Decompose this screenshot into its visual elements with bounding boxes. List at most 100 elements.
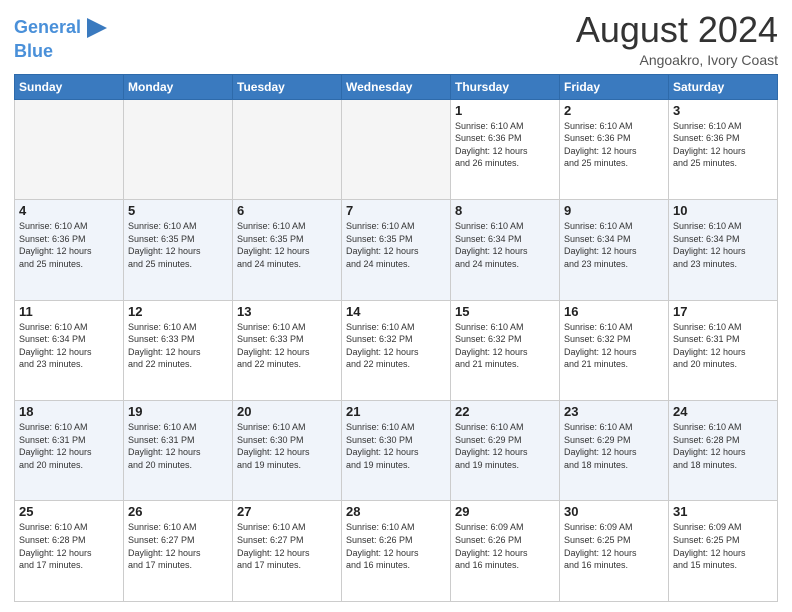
day-info: Sunrise: 6:10 AM Sunset: 6:32 PM Dayligh… — [564, 321, 664, 371]
day-info: Sunrise: 6:10 AM Sunset: 6:31 PM Dayligh… — [19, 421, 119, 471]
day-number: 9 — [564, 203, 664, 218]
table-row: 28Sunrise: 6:10 AM Sunset: 6:26 PM Dayli… — [342, 501, 451, 602]
calendar-week-row: 4 Sunrise: 6:10 AM Sunset: 6:36 PM Daylig… — [15, 200, 778, 300]
table-row: 5 Sunrise: 6:10 AM Sunset: 6:35 PM Daylig… — [124, 200, 233, 300]
day-info: Sunrise: 6:10 AM Sunset: 6:31 PM Dayligh… — [673, 321, 773, 371]
col-tuesday: Tuesday — [233, 74, 342, 99]
day-number: 27 — [237, 504, 337, 519]
day-number: 18 — [19, 404, 119, 419]
day-number: 6 — [237, 203, 337, 218]
table-row: 1 Sunrise: 6:10 AM Sunset: 6:36 PM Daylig… — [451, 99, 560, 199]
day-info: Sunrise: 6:10 AM Sunset: 6:36 PM Dayligh… — [19, 220, 119, 270]
day-info: Sunrise: 6:10 AM Sunset: 6:35 PM Dayligh… — [128, 220, 228, 270]
table-row: 15Sunrise: 6:10 AM Sunset: 6:32 PM Dayli… — [451, 300, 560, 400]
day-number: 26 — [128, 504, 228, 519]
day-number: 10 — [673, 203, 773, 218]
table-row: 25 Sunrise: 6:10 AM Sunset: 6:28 PM Dayli… — [15, 501, 124, 602]
table-row: 18 Sunrise: 6:10 AM Sunset: 6:31 PM Dayli… — [15, 401, 124, 501]
day-info: Sunrise: 6:10 AM Sunset: 6:28 PM Dayligh… — [19, 521, 119, 571]
col-wednesday: Wednesday — [342, 74, 451, 99]
day-info: Sunrise: 6:09 AM Sunset: 6:25 PM Dayligh… — [673, 521, 773, 571]
table-row: 20 Sunrise: 6:10 AM Sunset: 6:30 PM Dayli… — [233, 401, 342, 501]
day-info: Sunrise: 6:10 AM Sunset: 6:34 PM Dayligh… — [673, 220, 773, 270]
table-row — [233, 99, 342, 199]
subtitle: Angoakro, Ivory Coast — [576, 52, 778, 68]
day-number: 7 — [346, 203, 446, 218]
day-number: 22 — [455, 404, 555, 419]
main-title: August 2024 — [576, 10, 778, 50]
table-row: 27 Sunrise: 6:10 AM Sunset: 6:27 PM Dayli… — [233, 501, 342, 602]
day-number: 2 — [564, 103, 664, 118]
logo-icon — [83, 14, 111, 42]
day-info: Sunrise: 6:10 AM Sunset: 6:28 PM Dayligh… — [673, 421, 773, 471]
day-info: Sunrise: 6:10 AM Sunset: 6:29 PM Dayligh… — [564, 421, 664, 471]
day-number: 1 — [455, 103, 555, 118]
table-row: 4 Sunrise: 6:10 AM Sunset: 6:36 PM Daylig… — [15, 200, 124, 300]
day-number: 19 — [128, 404, 228, 419]
day-number: 20 — [237, 404, 337, 419]
day-number: 16 — [564, 304, 664, 319]
col-sunday: Sunday — [15, 74, 124, 99]
day-info: Sunrise: 6:10 AM Sunset: 6:30 PM Dayligh… — [237, 421, 337, 471]
day-info: Sunrise: 6:10 AM Sunset: 6:34 PM Dayligh… — [455, 220, 555, 270]
day-info: Sunrise: 6:10 AM Sunset: 6:32 PM Dayligh… — [455, 321, 555, 371]
logo-text-2: Blue — [14, 42, 111, 62]
table-row: 7 Sunrise: 6:10 AM Sunset: 6:35 PM Daylig… — [342, 200, 451, 300]
day-info: Sunrise: 6:10 AM Sunset: 6:32 PM Dayligh… — [346, 321, 446, 371]
logo: General Blue — [14, 14, 111, 62]
day-info: Sunrise: 6:09 AM Sunset: 6:26 PM Dayligh… — [455, 521, 555, 571]
day-info: Sunrise: 6:10 AM Sunset: 6:26 PM Dayligh… — [346, 521, 446, 571]
day-info: Sunrise: 6:10 AM Sunset: 6:27 PM Dayligh… — [237, 521, 337, 571]
calendar: Sunday Monday Tuesday Wednesday Thursday… — [14, 74, 778, 602]
day-number: 4 — [19, 203, 119, 218]
day-number: 13 — [237, 304, 337, 319]
table-row: 19Sunrise: 6:10 AM Sunset: 6:31 PM Dayli… — [124, 401, 233, 501]
calendar-header-row: Sunday Monday Tuesday Wednesday Thursday… — [15, 74, 778, 99]
table-row: 8 Sunrise: 6:10 AM Sunset: 6:34 PM Daylig… — [451, 200, 560, 300]
table-row: 11 Sunrise: 6:10 AM Sunset: 6:34 PM Dayli… — [15, 300, 124, 400]
table-row: 23Sunrise: 6:10 AM Sunset: 6:29 PM Dayli… — [560, 401, 669, 501]
table-row: 16 Sunrise: 6:10 AM Sunset: 6:32 PM Dayli… — [560, 300, 669, 400]
table-row: 30Sunrise: 6:09 AM Sunset: 6:25 PM Dayli… — [560, 501, 669, 602]
day-number: 12 — [128, 304, 228, 319]
col-monday: Monday — [124, 74, 233, 99]
page: General Blue August 2024 Angoakro, Ivory… — [0, 0, 792, 612]
day-number: 17 — [673, 304, 773, 319]
table-row — [15, 99, 124, 199]
calendar-week-row: 11 Sunrise: 6:10 AM Sunset: 6:34 PM Dayli… — [15, 300, 778, 400]
day-info: Sunrise: 6:10 AM Sunset: 6:36 PM Dayligh… — [455, 120, 555, 170]
table-row: 26Sunrise: 6:10 AM Sunset: 6:27 PM Dayli… — [124, 501, 233, 602]
day-number: 31 — [673, 504, 773, 519]
col-saturday: Saturday — [669, 74, 778, 99]
table-row: 22 Sunrise: 6:10 AM Sunset: 6:29 PM Dayli… — [451, 401, 560, 501]
day-info: Sunrise: 6:10 AM Sunset: 6:30 PM Dayligh… — [346, 421, 446, 471]
day-info: Sunrise: 6:10 AM Sunset: 6:35 PM Dayligh… — [237, 220, 337, 270]
day-number: 3 — [673, 103, 773, 118]
header: General Blue August 2024 Angoakro, Ivory… — [14, 10, 778, 68]
day-info: Sunrise: 6:09 AM Sunset: 6:25 PM Dayligh… — [564, 521, 664, 571]
table-row: 10 Sunrise: 6:10 AM Sunset: 6:34 PM Dayli… — [669, 200, 778, 300]
table-row: 21 Sunrise: 6:10 AM Sunset: 6:30 PM Dayli… — [342, 401, 451, 501]
table-row: 31 Sunrise: 6:09 AM Sunset: 6:25 PM Dayli… — [669, 501, 778, 602]
table-row: 29Sunrise: 6:09 AM Sunset: 6:26 PM Dayli… — [451, 501, 560, 602]
day-info: Sunrise: 6:10 AM Sunset: 6:35 PM Dayligh… — [346, 220, 446, 270]
day-info: Sunrise: 6:10 AM Sunset: 6:34 PM Dayligh… — [19, 321, 119, 371]
table-row: 6 Sunrise: 6:10 AM Sunset: 6:35 PM Daylig… — [233, 200, 342, 300]
day-info: Sunrise: 6:10 AM Sunset: 6:29 PM Dayligh… — [455, 421, 555, 471]
day-number: 21 — [346, 404, 446, 419]
table-row: 9Sunrise: 6:10 AM Sunset: 6:34 PM Daylig… — [560, 200, 669, 300]
table-row — [124, 99, 233, 199]
calendar-week-row: 1 Sunrise: 6:10 AM Sunset: 6:36 PM Daylig… — [15, 99, 778, 199]
table-row: 14Sunrise: 6:10 AM Sunset: 6:32 PM Dayli… — [342, 300, 451, 400]
day-number: 5 — [128, 203, 228, 218]
day-number: 8 — [455, 203, 555, 218]
col-friday: Friday — [560, 74, 669, 99]
day-info: Sunrise: 6:10 AM Sunset: 6:36 PM Dayligh… — [564, 120, 664, 170]
day-number: 25 — [19, 504, 119, 519]
day-number: 24 — [673, 404, 773, 419]
table-row: 24 Sunrise: 6:10 AM Sunset: 6:28 PM Dayli… — [669, 401, 778, 501]
table-row: 2 Sunrise: 6:10 AM Sunset: 6:36 PM Daylig… — [560, 99, 669, 199]
day-info: Sunrise: 6:10 AM Sunset: 6:33 PM Dayligh… — [237, 321, 337, 371]
day-number: 11 — [19, 304, 119, 319]
title-block: August 2024 Angoakro, Ivory Coast — [576, 10, 778, 68]
